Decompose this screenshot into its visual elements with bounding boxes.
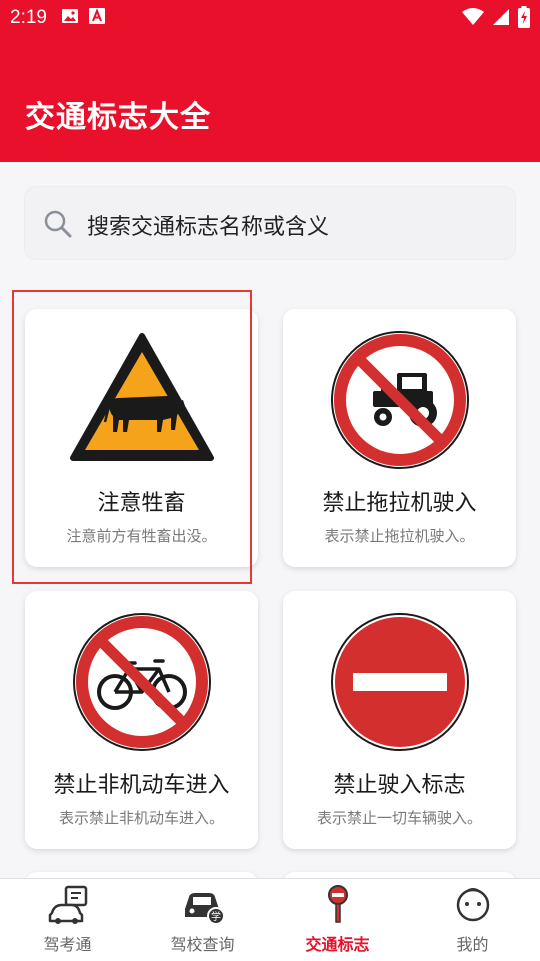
driving-school-icon: 学 — [181, 885, 225, 925]
nav-item-driving-test[interactable]: 驾考通 — [0, 879, 135, 961]
status-bar: 2:19 — [0, 0, 540, 36]
signal-icon — [492, 8, 510, 30]
status-time: 2:19 — [10, 7, 47, 28]
search-input[interactable]: 搜索交通标志名称或含义 — [24, 186, 516, 260]
app-title: 交通标志大全 — [25, 100, 211, 135]
no-tractor-icon — [283, 325, 516, 475]
bottom-nav: 驾考通 学 驾校查询 交通标志 我的 — [0, 878, 540, 961]
nav-label: 交通标志 — [305, 935, 370, 954]
sign-card-desc: 表示禁止拖拉机驶入。 — [324, 527, 475, 545]
svg-text:学: 学 — [211, 910, 221, 923]
nav-item-traffic-signs[interactable]: 交通标志 — [270, 879, 405, 961]
selection-highlight — [12, 290, 252, 584]
sign-card-no-bicycle[interactable]: 禁止非机动车进入 表示禁止非机动车进入。 — [25, 591, 258, 849]
wifi-icon — [462, 8, 484, 30]
sign-card-title: 禁止驶入标志 — [333, 773, 466, 798]
no-entry-icon — [283, 607, 516, 757]
nav-label: 驾考通 — [43, 935, 92, 954]
search-placeholder: 搜索交通标志名称或含义 — [87, 215, 330, 240]
image-icon — [61, 8, 79, 28]
app-bar: 交通标志大全 — [0, 36, 540, 162]
nav-item-driving-school[interactable]: 学 驾校查询 — [135, 879, 270, 961]
sign-card-desc: 表示禁止一切车辆驶入。 — [316, 809, 482, 827]
nav-label: 我的 — [456, 935, 489, 954]
nav-item-profile[interactable]: 我的 — [405, 879, 540, 961]
battery-charging-icon — [518, 6, 530, 32]
sign-card-no-tractor[interactable]: 禁止拖拉机驶入 表示禁止拖拉机驶入。 — [283, 309, 516, 567]
traffic-sign-icon — [323, 885, 353, 925]
sign-card-title: 禁止非机动车进入 — [53, 773, 230, 798]
driving-test-icon — [46, 885, 90, 925]
search-icon — [43, 209, 73, 243]
sign-card-no-entry[interactable]: 禁止驶入标志 表示禁止一切车辆驶入。 — [283, 591, 516, 849]
no-bicycle-icon — [25, 607, 258, 757]
profile-icon — [455, 885, 491, 925]
nav-label: 驾校查询 — [170, 935, 235, 954]
sign-card-title: 禁止拖拉机驶入 — [322, 491, 477, 516]
sign-card-desc: 表示禁止非机动车进入。 — [58, 809, 224, 827]
text-a-icon — [88, 8, 105, 28]
